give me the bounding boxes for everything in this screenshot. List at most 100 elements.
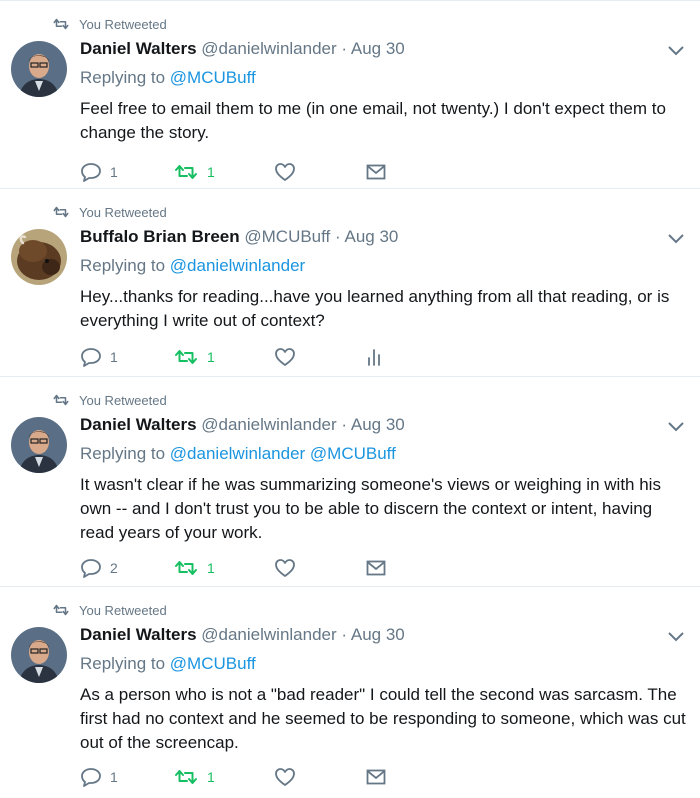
- timeline: You Retweeted Daniel Walters @danielwinl…: [0, 0, 700, 798]
- retweet-context: You Retweeted: [52, 203, 167, 221]
- retweet-context-label: You Retweeted: [79, 392, 167, 408]
- direct-message-button[interactable]: [366, 164, 386, 180]
- retweet-button[interactable]: 1: [173, 558, 274, 578]
- tweet[interactable]: You Retweeted Buffalo Brian Breen @MCUBu…: [0, 189, 700, 377]
- display-name[interactable]: Daniel Walters: [80, 415, 197, 434]
- retweet-context-label: You Retweeted: [79, 204, 167, 220]
- avatar-buffalo: [11, 229, 67, 285]
- avatar[interactable]: [11, 229, 67, 285]
- analytics-icon: [368, 349, 380, 366]
- like-button[interactable]: [274, 767, 366, 787]
- retweet-context-label: You Retweeted: [79, 602, 167, 618]
- tweet-text: Feel free to email them to me (in one em…: [80, 99, 666, 142]
- retweet-icon: [175, 350, 197, 364]
- reply-button[interactable]: 1: [80, 767, 173, 787]
- avatar-daniel-walters: [11, 41, 67, 97]
- retweet-icon: [175, 165, 197, 179]
- heart-icon: [275, 348, 295, 366]
- retweet-button[interactable]: 1: [173, 162, 274, 182]
- like-button[interactable]: [274, 558, 366, 578]
- timestamp[interactable]: Aug 30: [351, 625, 405, 644]
- display-name[interactable]: Buffalo Brian Breen: [80, 227, 240, 246]
- avatar[interactable]: [11, 627, 67, 683]
- chevron-down-icon[interactable]: [667, 45, 685, 57]
- retweet-count: 1: [207, 769, 215, 785]
- retweet-count: 1: [207, 164, 215, 180]
- tweet-header: Daniel Walters @danielwinlander · Aug 30: [80, 625, 405, 645]
- reply-icon: [81, 163, 101, 182]
- like-button[interactable]: [274, 347, 366, 367]
- replying-to-prefix: Replying to: [80, 444, 166, 463]
- avatar-daniel-walters: [11, 627, 67, 683]
- separator-dot: ·: [341, 625, 348, 644]
- retweet-count: 1: [207, 349, 215, 365]
- replying-to-mention[interactable]: @danielwinlander @MCUBuff: [170, 444, 396, 463]
- replying-to: Replying to @danielwinlander: [80, 256, 305, 276]
- tweet[interactable]: You Retweeted Daniel Walters @danielwinl…: [0, 377, 700, 587]
- retweet-button[interactable]: 1: [173, 767, 274, 787]
- retweet-count: 1: [207, 560, 215, 576]
- reply-icon: [81, 768, 101, 787]
- retweet-context: You Retweeted: [52, 15, 167, 33]
- heart-icon: [275, 559, 295, 577]
- reply-button[interactable]: 2: [80, 558, 173, 578]
- heart-icon: [275, 768, 295, 786]
- reply-button[interactable]: 1: [80, 347, 173, 367]
- handle[interactable]: @danielwinlander: [201, 625, 336, 644]
- tweet[interactable]: You Retweeted Daniel Walters @danielwinl…: [0, 587, 700, 798]
- chevron-down-icon[interactable]: [667, 233, 685, 245]
- separator-dot: ·: [341, 415, 348, 434]
- retweet-context: You Retweeted: [52, 391, 167, 409]
- display-name[interactable]: Daniel Walters: [80, 39, 197, 58]
- reply-count: 1: [110, 164, 118, 180]
- tweet-actions: 1 1: [80, 766, 386, 788]
- retweet-icon: [175, 561, 197, 575]
- retweet-button[interactable]: 1: [173, 347, 274, 367]
- tweet-actions: 1 1: [80, 161, 386, 183]
- tweet-header: Buffalo Brian Breen @MCUBuff · Aug 30: [80, 227, 398, 247]
- heart-icon: [275, 163, 295, 181]
- retweet-icon: [53, 206, 69, 218]
- like-button[interactable]: [274, 162, 366, 182]
- tweet-actions: 1 1: [80, 346, 382, 368]
- tweet-text: Hey...thanks for reading...have you lear…: [80, 287, 670, 330]
- direct-message-button[interactable]: [366, 769, 386, 785]
- retweet-icon: [53, 394, 69, 406]
- tweet-text: As a person who is not a "bad reader" I …: [80, 685, 686, 752]
- reply-button[interactable]: 1: [80, 162, 173, 182]
- retweet-icon: [53, 604, 69, 616]
- reply-count: 1: [110, 769, 118, 785]
- direct-message-button[interactable]: [366, 560, 386, 576]
- replying-to-mention[interactable]: @danielwinlander: [170, 256, 305, 275]
- envelope-icon: [366, 769, 386, 785]
- replying-to-prefix: Replying to: [80, 256, 166, 275]
- retweet-icon: [175, 770, 197, 784]
- handle[interactable]: @danielwinlander: [201, 39, 336, 58]
- envelope-icon: [366, 560, 386, 576]
- reply-count: 1: [110, 349, 118, 365]
- timestamp[interactable]: Aug 30: [351, 415, 405, 434]
- separator-dot: ·: [341, 39, 348, 58]
- avatar-daniel-walters: [11, 417, 67, 473]
- replying-to-mention[interactable]: @MCUBuff: [170, 68, 256, 87]
- separator-dot: ·: [335, 227, 341, 246]
- display-name[interactable]: Daniel Walters: [80, 625, 197, 644]
- analytics-button[interactable]: [366, 348, 382, 366]
- chevron-down-icon[interactable]: [667, 421, 685, 433]
- handle[interactable]: @MCUBuff: [244, 227, 330, 246]
- timestamp[interactable]: Aug 30: [351, 39, 405, 58]
- avatar[interactable]: [11, 41, 67, 97]
- timestamp[interactable]: Aug 30: [344, 227, 398, 246]
- retweet-context: You Retweeted: [52, 601, 167, 619]
- retweet-icon: [53, 18, 69, 30]
- replying-to-prefix: Replying to: [80, 68, 166, 87]
- tweet-actions: 2 1: [80, 557, 386, 579]
- replying-to: Replying to @MCUBuff: [80, 654, 256, 674]
- chevron-down-icon[interactable]: [667, 631, 685, 643]
- reply-icon: [81, 348, 101, 367]
- replying-to-prefix: Replying to: [80, 654, 166, 673]
- handle[interactable]: @danielwinlander: [201, 415, 336, 434]
- tweet[interactable]: You Retweeted Daniel Walters @danielwinl…: [0, 0, 700, 189]
- replying-to-mention[interactable]: @MCUBuff: [170, 654, 256, 673]
- avatar[interactable]: [11, 417, 67, 473]
